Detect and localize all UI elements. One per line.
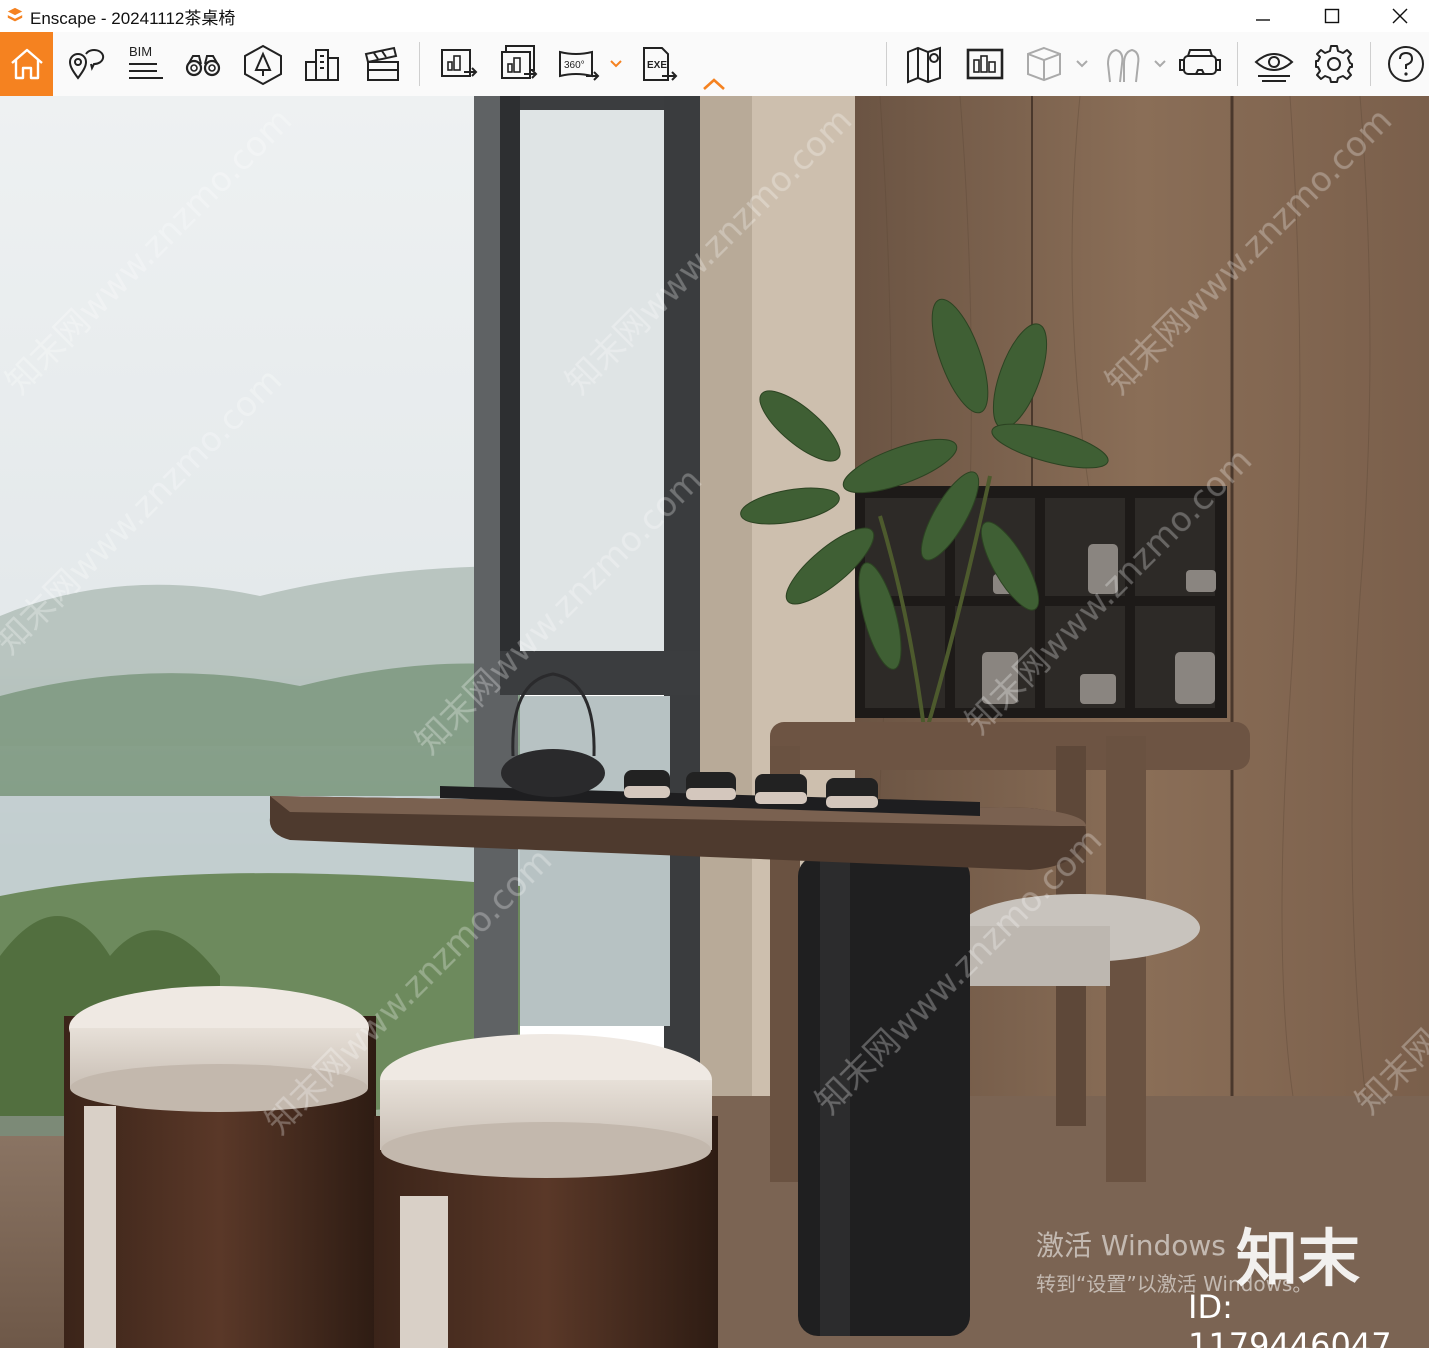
map-icon <box>907 46 941 84</box>
render-panorama-button[interactable]: 360° <box>550 36 606 92</box>
asset-library-button[interactable] <box>1016 36 1072 92</box>
eye-icon <box>1254 53 1294 82</box>
panorama-dropdown-button[interactable] <box>604 36 628 92</box>
scene-tree-icon <box>244 44 282 86</box>
close-button[interactable] <box>1365 0 1429 32</box>
buildings-button[interactable] <box>294 36 350 92</box>
pano-label: 360° <box>564 60 585 71</box>
binoculars-button[interactable] <box>175 36 231 92</box>
maximize-button[interactable] <box>1297 0 1367 32</box>
settings-button[interactable] <box>1306 36 1362 92</box>
title-bar: Enscape - 20241112茶桌椅 <box>0 0 1429 32</box>
help-icon <box>1388 46 1424 82</box>
characters-button[interactable] <box>1094 36 1150 92</box>
bim-list-icon: BIM <box>129 44 163 79</box>
vr-headset-button[interactable] <box>1172 36 1228 92</box>
buildings-icon <box>305 49 339 81</box>
export-exe-icon: EXE <box>643 47 678 81</box>
people-icon <box>1106 48 1140 83</box>
toolbar-separator <box>419 42 420 86</box>
bim-button[interactable]: BIM <box>115 36 171 92</box>
characters-dropdown-button[interactable] <box>1150 36 1170 92</box>
chevron-down-icon <box>610 60 622 68</box>
toolbar-separator <box>886 42 887 86</box>
vr-headset-icon <box>1179 49 1221 75</box>
toolbar-separator <box>1237 42 1238 86</box>
toolbar-separator <box>1370 42 1371 86</box>
export-exe-button[interactable]: EXE <box>630 36 686 92</box>
exe-label: EXE <box>647 60 667 71</box>
chevron-down-icon <box>1154 60 1166 68</box>
cube-icon <box>1027 46 1061 82</box>
image-id-label: ID: 1179446047 <box>1188 1288 1392 1348</box>
render-image-button[interactable] <box>430 36 486 92</box>
windows-activation-title: 激活 Windows <box>1036 1229 1226 1262</box>
gear-icon <box>1315 45 1353 83</box>
home-icon <box>10 48 43 80</box>
collapse-toolbar-button[interactable] <box>700 72 728 96</box>
visual-settings-button[interactable] <box>1246 36 1302 92</box>
znzmo-logo: 知末 <box>1236 1222 1361 1295</box>
video-editor-button[interactable] <box>354 36 410 92</box>
window-title: Enscape - 20241112茶桌椅 <box>30 8 236 28</box>
chevron-down-icon <box>1076 60 1088 68</box>
chevron-up-icon <box>703 78 725 90</box>
bim-label: BIM <box>129 44 152 59</box>
export-image-icon <box>441 49 478 77</box>
city-screen-icon <box>966 48 1004 80</box>
views-button[interactable] <box>56 36 112 92</box>
help-button[interactable] <box>1378 36 1429 92</box>
batch-export-icon <box>501 45 538 79</box>
enscape-logo-icon <box>7 7 23 22</box>
toolbar: BIM 360° EXE <box>0 32 1429 97</box>
minimize-button[interactable] <box>1228 0 1298 32</box>
location-pin-chat-icon <box>68 49 105 80</box>
batch-render-button[interactable] <box>490 36 546 92</box>
rendered-scene: 知末网www.znzmo.com 知末网www.znzmo.com 知末网www… <box>0 96 1429 1348</box>
panorama-360-icon: 360° <box>559 50 600 81</box>
asset-dropdown-button[interactable] <box>1072 36 1092 92</box>
maximize-icon <box>1324 8 1340 24</box>
site-context-button[interactable] <box>956 36 1012 92</box>
close-icon <box>1392 8 1408 24</box>
home-button[interactable] <box>0 32 53 96</box>
scene-button[interactable] <box>235 36 291 92</box>
minimize-icon <box>1256 19 1270 21</box>
render-viewport[interactable]: 知末网www.znzmo.com 知末网www.znzmo.com 知末网www… <box>0 96 1429 1348</box>
binoculars-icon <box>185 55 221 77</box>
map-button[interactable] <box>896 36 952 92</box>
clapperboard-icon <box>364 46 399 81</box>
